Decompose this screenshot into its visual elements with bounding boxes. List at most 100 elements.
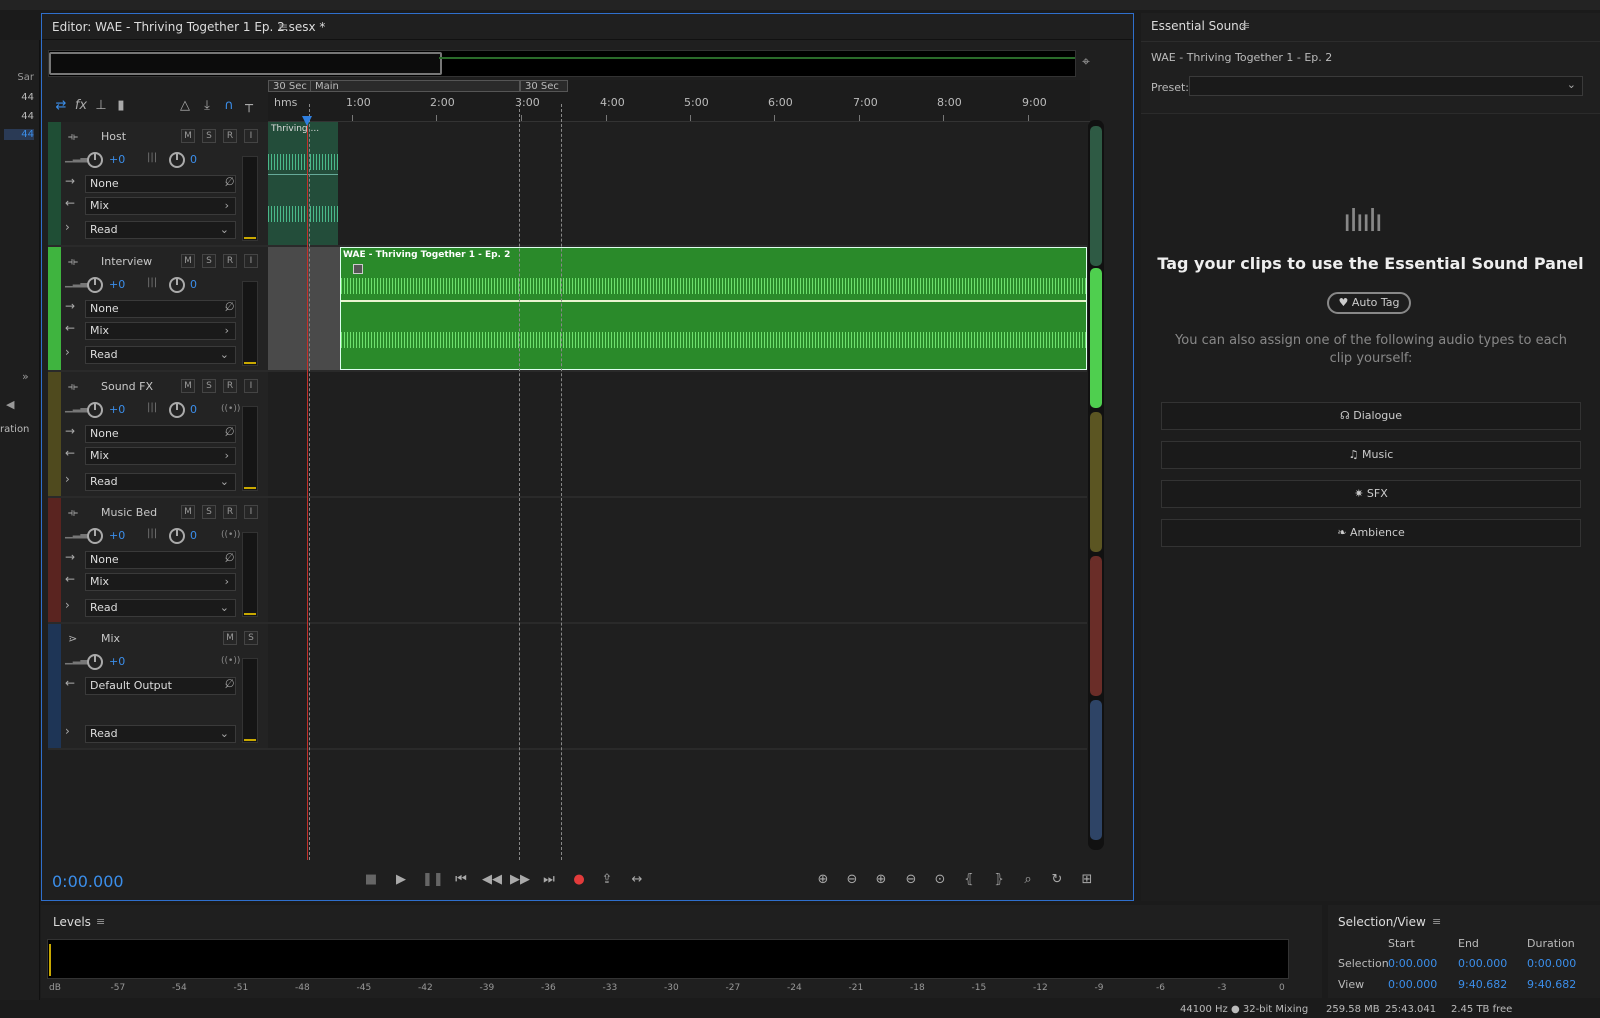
- input-select[interactable]: None ›: [85, 175, 236, 193]
- pause-icon[interactable]: ❚❚: [422, 872, 444, 890]
- marker[interactable]: 30 Sec: [268, 80, 312, 92]
- audio-clip[interactable]: WAE - Thriving Together 1 - Ep. 2: [340, 247, 1087, 370]
- expand-chevron-icon[interactable]: ›: [65, 472, 70, 486]
- output-select[interactable]: Mix ›: [85, 447, 236, 465]
- effects-rack-icon[interactable]: fx: [72, 97, 90, 115]
- volume-knob[interactable]: [87, 528, 103, 544]
- grip-icon[interactable]: ⟛: [68, 130, 78, 144]
- volume-knob[interactable]: [87, 654, 103, 670]
- input-select[interactable]: None ›: [85, 425, 236, 443]
- input-select[interactable]: None ›: [85, 300, 236, 318]
- volume-knob[interactable]: [87, 402, 103, 418]
- solo-button[interactable]: S: [202, 505, 216, 519]
- stereo-icon[interactable]: ((•)): [221, 656, 240, 666]
- monitor-input-button[interactable]: I: [244, 254, 258, 268]
- panel-menu-icon[interactable]: ≡: [1241, 19, 1250, 32]
- sends-icon[interactable]: ⊥: [92, 97, 110, 115]
- output-select[interactable]: Mix ›: [85, 197, 236, 215]
- phase-icon[interactable]: ∅: [225, 175, 235, 188]
- automation-mode-select[interactable]: Read ⌄: [85, 346, 236, 364]
- track-name[interactable]: Host: [101, 130, 126, 143]
- ambience-button[interactable]: ❧ Ambience: [1161, 519, 1581, 547]
- zoom-navigator[interactable]: [48, 50, 1076, 77]
- dialogue-button[interactable]: ☊ Dialogue: [1161, 402, 1581, 430]
- view-start[interactable]: 0:00.000: [1388, 978, 1437, 991]
- grip-icon[interactable]: ⟛: [68, 506, 78, 520]
- volume-value[interactable]: +0: [109, 529, 125, 542]
- monitor-input-button[interactable]: I: [244, 129, 258, 143]
- solo-button[interactable]: S: [202, 379, 216, 393]
- pan-value[interactable]: 0: [190, 403, 197, 416]
- export-icon[interactable]: ⤓: [198, 97, 216, 115]
- stereo-icon[interactable]: ((•)): [221, 530, 240, 540]
- auto-tag-button[interactable]: ♥ Auto Tag: [1327, 292, 1411, 314]
- marker-icon[interactable]: ┬: [240, 97, 258, 115]
- go-to-start-icon[interactable]: ⏮: [452, 872, 470, 890]
- zoom-tracks-icon[interactable]: ⊞: [1078, 872, 1096, 890]
- panel-menu-icon[interactable]: ≡: [1432, 915, 1441, 928]
- solo-button[interactable]: S: [244, 631, 258, 645]
- volume-value[interactable]: +0: [109, 153, 125, 166]
- record-arm-button[interactable]: R: [223, 505, 237, 519]
- back-arrow-icon[interactable]: ◀: [6, 398, 14, 411]
- marker[interactable]: 30 Sec: [520, 80, 568, 92]
- output-select[interactable]: Mix ›: [85, 573, 236, 591]
- zoom-reset-icon[interactable]: ↻: [1048, 872, 1066, 890]
- clip-fx-icon[interactable]: [353, 264, 363, 274]
- audio-clip[interactable]: Thriving ...: [268, 122, 338, 245]
- zoom-out-amplitude-icon[interactable]: ⊖: [843, 872, 861, 890]
- expand-chevron-icon[interactable]: ›: [65, 220, 70, 234]
- zoom-in-amplitude-icon[interactable]: ⊕: [814, 872, 832, 890]
- mute-button[interactable]: M: [223, 631, 237, 645]
- playhead[interactable]: [307, 118, 308, 860]
- track-name[interactable]: Mix: [101, 632, 120, 645]
- grip-icon[interactable]: ⟛: [68, 380, 78, 394]
- automation-mode-select[interactable]: Read ⌄: [85, 221, 236, 239]
- eq-icon[interactable]: ▮: [112, 97, 130, 115]
- track-name[interactable]: Music Bed: [101, 506, 157, 519]
- zoom-out-time-icon[interactable]: ⊖: [902, 872, 920, 890]
- mute-button[interactable]: M: [181, 505, 195, 519]
- track-lane[interactable]: WAE - Thriving Together 1 - Ep. 2: [268, 247, 1087, 370]
- bus-icon[interactable]: ⋗: [68, 632, 77, 645]
- timecode-display[interactable]: 0:00.000: [52, 872, 124, 891]
- monitor-input-button[interactable]: I: [244, 379, 258, 393]
- zoom-target-icon[interactable]: ⌖: [1082, 54, 1090, 70]
- track-lane[interactable]: [268, 498, 1087, 622]
- marker[interactable]: Main: [310, 80, 520, 92]
- volume-value[interactable]: +0: [109, 278, 125, 291]
- skip-selection-icon[interactable]: ↔: [628, 872, 646, 890]
- input-select[interactable]: None ›: [85, 551, 236, 569]
- inputs-outputs-icon[interactable]: ⇄: [52, 97, 70, 115]
- zoom-in-point-icon[interactable]: ⦃: [960, 872, 978, 890]
- record-arm-button[interactable]: R: [223, 129, 237, 143]
- volume-value[interactable]: +0: [109, 655, 125, 668]
- volume-knob[interactable]: [87, 277, 103, 293]
- automation-mode-select[interactable]: Read ⌄: [85, 473, 236, 491]
- file-row-value[interactable]: 44: [4, 92, 34, 103]
- panel-menu-icon[interactable]: ≡: [278, 20, 288, 34]
- monitor-input-button[interactable]: I: [244, 505, 258, 519]
- fast-forward-icon[interactable]: ▶▶: [510, 872, 530, 890]
- automation-mode-select[interactable]: Read ⌄: [85, 725, 236, 743]
- mute-button[interactable]: M: [181, 379, 195, 393]
- record-arm-button[interactable]: R: [223, 254, 237, 268]
- go-to-end-icon[interactable]: ⏭: [540, 872, 558, 890]
- volume-value[interactable]: +0: [109, 403, 125, 416]
- output-select[interactable]: Default Output ›: [85, 677, 236, 695]
- rewind-icon[interactable]: ◀◀: [482, 872, 502, 890]
- file-row-value[interactable]: 44: [4, 111, 34, 122]
- pan-knob[interactable]: [169, 528, 185, 544]
- phase-icon[interactable]: ∅: [225, 677, 235, 690]
- phase-icon[interactable]: ∅: [225, 300, 235, 313]
- pan-value[interactable]: 0: [190, 278, 197, 291]
- output-select[interactable]: Mix ›: [85, 322, 236, 340]
- stereo-icon[interactable]: ((•)): [221, 404, 240, 414]
- automation-mode-select[interactable]: Read ⌄: [85, 599, 236, 617]
- pan-knob[interactable]: [169, 277, 185, 293]
- loop-icon[interactable]: ⇪: [598, 872, 616, 890]
- selection-end[interactable]: 0:00.000: [1458, 957, 1507, 970]
- view-end[interactable]: 9:40.682: [1458, 978, 1507, 991]
- expand-chevron-icon[interactable]: ›: [65, 598, 70, 612]
- navigator-selection[interactable]: [49, 52, 442, 75]
